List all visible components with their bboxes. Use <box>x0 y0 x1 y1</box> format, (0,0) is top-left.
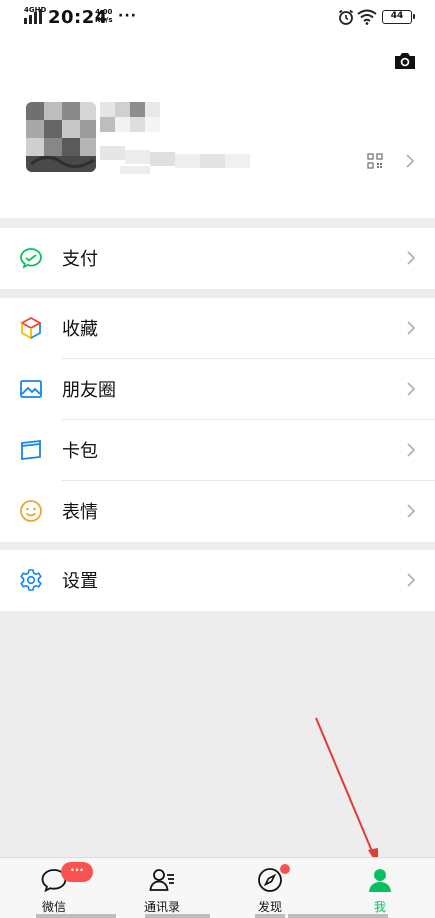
discover-red-dot <box>280 864 290 874</box>
contacts-icon <box>149 869 174 891</box>
unread-badge: ··· <box>61 862 93 882</box>
tab-contacts[interactable]: 通讯录 <box>108 858 216 918</box>
tab-label-contacts: 通讯录 <box>143 900 180 914</box>
bottom-tab-bar: ··· 微信 通讯录 发现 我 <box>0 857 435 918</box>
tab-discover[interactable]: 发现 <box>216 858 324 918</box>
tab-label-discover: 发现 <box>257 900 282 914</box>
tab-label-me: 我 <box>373 900 386 914</box>
tab-chats[interactable]: ··· 微信 <box>0 858 108 918</box>
person-icon <box>369 869 391 892</box>
tab-label-chats: 微信 <box>41 900 66 914</box>
bottom-gesture-bar <box>0 914 435 918</box>
annotation-arrow <box>315 717 378 866</box>
tab-me[interactable]: 我 <box>326 858 434 918</box>
